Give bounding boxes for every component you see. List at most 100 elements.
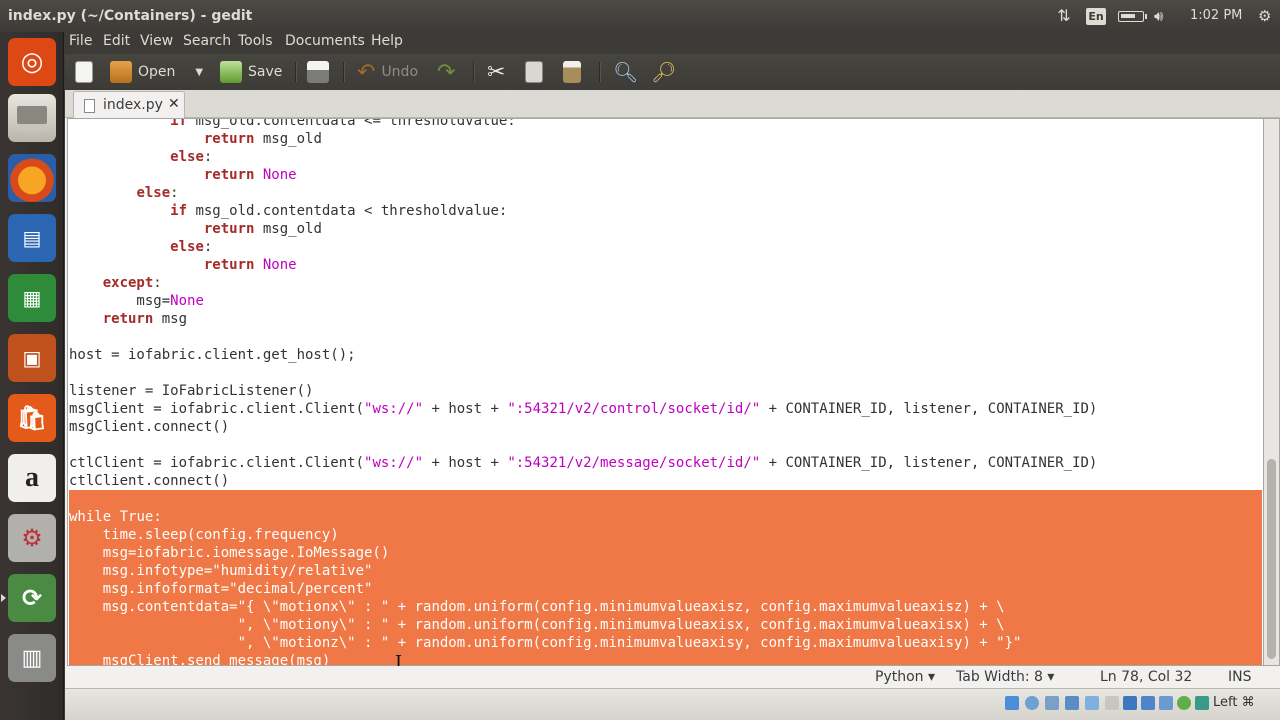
- firefox-icon[interactable]: [8, 154, 56, 202]
- code-line: ", \"motiony\" : " + random.uniform(conf…: [69, 616, 1262, 634]
- search-icon: 🔍︎: [613, 60, 639, 84]
- undo-label: Undo: [381, 64, 419, 80]
- code-line: msg=None: [69, 293, 204, 309]
- code-line: except:: [102, 275, 162, 291]
- menu-help[interactable]: Help: [371, 32, 403, 54]
- code-line: msg.infoformat="decimal/percent": [69, 580, 1262, 598]
- ubuntu-dash-icon[interactable]: ◎: [8, 38, 56, 86]
- menu-search[interactable]: Search: [183, 32, 231, 54]
- insert-mode: INS: [1228, 669, 1252, 685]
- keyboard-layout-indicator[interactable]: Left ⌘: [1213, 695, 1255, 710]
- code-line: msgClient.connect(): [69, 419, 230, 435]
- folder-icon: [110, 61, 132, 83]
- indicator-icon[interactable]: [1159, 696, 1173, 710]
- writer-icon[interactable]: ▤: [8, 214, 56, 262]
- indicator-icon[interactable]: [1045, 696, 1059, 710]
- open-dropdown-icon[interactable]: ▼: [195, 67, 203, 78]
- impress-icon[interactable]: ▣: [8, 334, 56, 382]
- code-line: msg.contentdata="{ \"motionx\" : " + ran…: [69, 598, 1262, 616]
- code-line: msg.infotype="humidity/relative": [69, 562, 1262, 580]
- code-line: ctlClient.connect(): [69, 473, 230, 489]
- indicator-icon[interactable]: [1123, 696, 1137, 710]
- new-document-button[interactable]: [75, 58, 93, 86]
- code-line: if msg_old.contentdata < thresholdvalue:: [170, 203, 508, 219]
- code-line: return msg: [102, 311, 188, 327]
- volume-icon[interactable]: 🔊︎: [1154, 6, 1174, 26]
- code-line: ", \"motionz\" : " + random.uniform(conf…: [69, 634, 1262, 652]
- indicator-icon[interactable]: [1025, 696, 1039, 710]
- battery-icon[interactable]: [1118, 11, 1147, 22]
- cursor-position: Ln 78, Col 32: [1100, 669, 1193, 685]
- indicator-icon[interactable]: [1177, 696, 1191, 710]
- menu-edit[interactable]: Edit: [103, 32, 130, 54]
- system-settings-icon[interactable]: ⚙: [8, 514, 56, 562]
- clock[interactable]: 1:02 PM: [1190, 6, 1250, 26]
- workspace-switcher-icon[interactable]: ▥: [8, 634, 56, 682]
- open-label: Open: [138, 64, 176, 80]
- scrollbar-thumb[interactable]: [1267, 459, 1276, 659]
- cut-icon: ✂: [487, 59, 506, 85]
- print-button[interactable]: [307, 58, 329, 86]
- indicator-icon[interactable]: [1195, 696, 1209, 710]
- toolbar-separator: [295, 62, 296, 82]
- indicator-icon[interactable]: [1005, 696, 1019, 710]
- software-updater-icon[interactable]: ⟳: [1, 574, 56, 622]
- code-line: if msg_old.contentdata <= thresholdvalue…: [170, 118, 516, 129]
- code-editor[interactable]: if msg_old.contentdata <= thresholdvalue…: [67, 118, 1264, 666]
- amazon-icon[interactable]: a: [8, 454, 56, 502]
- save-button[interactable]: Save: [220, 58, 282, 86]
- code-line: [69, 490, 1262, 508]
- redo-icon: ↷: [437, 59, 456, 85]
- code-line: return msg_old: [203, 221, 322, 237]
- redo-button[interactable]: ↷: [437, 58, 455, 86]
- document-tabs: index.py ✕: [65, 90, 1280, 119]
- tab-width-selector[interactable]: Tab Width: 8 ▾: [956, 669, 1054, 685]
- indicator-icon[interactable]: [1065, 696, 1079, 710]
- menu-documents[interactable]: Documents: [285, 32, 365, 54]
- new-document-icon: [75, 61, 93, 83]
- copy-button[interactable]: [525, 58, 543, 86]
- software-center-icon[interactable]: 🛍︎: [8, 394, 56, 442]
- toolbar-separator: [473, 62, 474, 82]
- code-line: time.sleep(config.frequency): [69, 526, 1262, 544]
- calc-icon[interactable]: ▦: [8, 274, 56, 322]
- indicator-icon[interactable]: [1085, 696, 1099, 710]
- top-panel: index.py (~/Containers) - gedit ⇅ En 🔊︎ …: [0, 0, 1280, 32]
- menu-file[interactable]: File: [69, 32, 92, 54]
- code-line: return None: [203, 257, 297, 273]
- paste-icon: [563, 61, 581, 83]
- undo-button[interactable]: ↶ Undo: [357, 58, 418, 86]
- indicator-icon[interactable]: [1105, 696, 1119, 710]
- tab-index-py[interactable]: index.py ✕: [73, 91, 185, 119]
- save-label: Save: [248, 64, 283, 80]
- close-tab-icon[interactable]: ✕: [168, 96, 180, 112]
- code-line: return None: [203, 167, 297, 183]
- toolbar: Open ▼ Save ↶ Undo ↷ ✂ 🔍︎ 🔎︎: [65, 54, 1280, 90]
- files-icon[interactable]: [8, 94, 56, 142]
- print-icon: [307, 61, 329, 83]
- language-selector[interactable]: Python ▾: [875, 669, 935, 685]
- indicator-icon[interactable]: [1141, 696, 1155, 710]
- replace-button[interactable]: 🔎︎: [651, 58, 676, 86]
- paste-button[interactable]: [563, 58, 581, 86]
- menu-tools[interactable]: Tools: [238, 32, 273, 54]
- vertical-scrollbar[interactable]: [1264, 118, 1280, 666]
- cut-button[interactable]: ✂: [487, 58, 505, 86]
- toolbar-separator: [343, 62, 344, 82]
- menubar: File Edit View Search Tools Documents He…: [65, 32, 1280, 54]
- find-button[interactable]: 🔍︎: [613, 58, 638, 86]
- network-icon[interactable]: ⇅: [1054, 6, 1074, 26]
- window-title: index.py (~/Containers) - gedit: [8, 8, 253, 24]
- copy-icon: [525, 61, 543, 83]
- keyboard-language-indicator[interactable]: En: [1086, 8, 1106, 25]
- code-line: while True:: [69, 508, 1262, 526]
- session-gear-icon[interactable]: ⚙: [1258, 6, 1276, 26]
- toolbar-separator: [599, 62, 600, 82]
- menu-view[interactable]: View: [140, 32, 173, 54]
- code-line: else:: [170, 149, 213, 165]
- open-button[interactable]: Open ▼: [110, 58, 203, 86]
- code-line: msgClient.send_message(msg): [69, 652, 1262, 665]
